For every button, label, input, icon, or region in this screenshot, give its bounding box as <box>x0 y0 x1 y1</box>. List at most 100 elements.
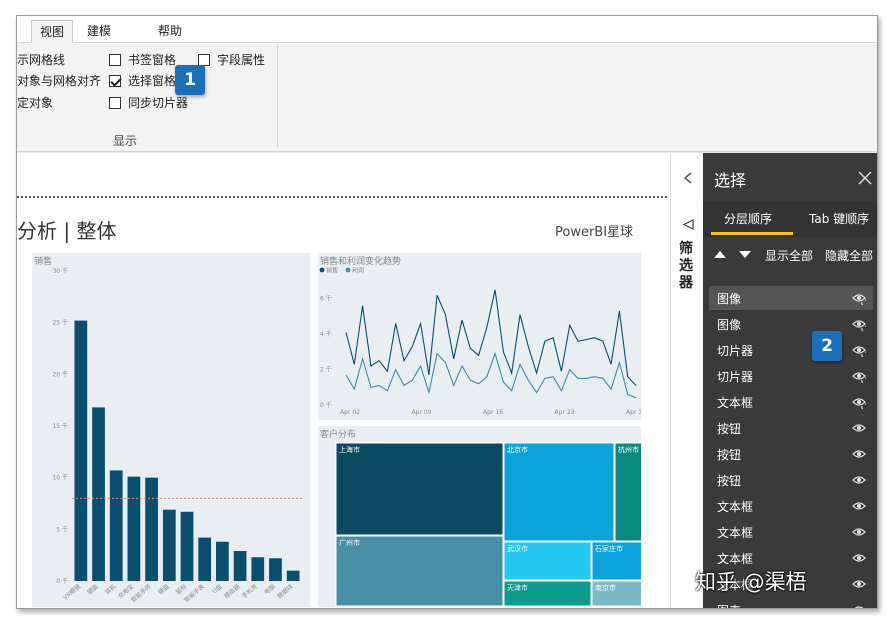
watermark: 知乎 @渠梧 <box>695 570 807 594</box>
eye-icon[interactable] <box>852 551 866 565</box>
report-title: 分析 | 整体 <box>17 219 117 243</box>
x-tick-label: 耳机 <box>103 582 117 596</box>
selection-pane-checkbox[interactable] <box>109 75 121 87</box>
bar <box>286 570 300 581</box>
eye-cycle-icon[interactable] <box>852 291 866 305</box>
filter-strip[interactable]: 筛选器 <box>670 153 703 608</box>
tab-help[interactable]: 帮助 <box>149 20 191 43</box>
layer-item-label: 按钮 <box>717 448 742 462</box>
bar <box>198 537 212 581</box>
treemap-panel[interactable]: 客户分布 上海市 北京市 杭州市 广州市 武汉市 石家庄市 天津市 南京市 <box>318 426 641 607</box>
close-icon[interactable] <box>858 171 872 185</box>
bar-chart-panel[interactable]: 销售 0 千5 千 10 千 15 千 20 千 25 千 30 千 VR眼镜 键盘 耳机 充电宝… <box>32 253 310 607</box>
x-tick-label: 键盘 <box>85 582 99 596</box>
layer-item-label: 图表 <box>717 602 741 608</box>
x-tick-label: 手机壳 <box>240 582 259 600</box>
eye-icon[interactable] <box>852 447 866 461</box>
eye-cycle-icon[interactable] <box>852 395 866 409</box>
x-tick-label: Apr 09 <box>412 409 432 416</box>
eye-cycle-icon[interactable] <box>852 343 866 357</box>
app-window: 视图 建模 帮助 示网格线 对象与网格对齐 定对象 书签窗格 选择窗格 同步切片… <box>16 15 878 609</box>
tab-modeling[interactable]: 建模 <box>79 20 119 43</box>
selection-pane-label: 选择窗格 <box>128 74 177 88</box>
eye-icon[interactable] <box>852 421 866 435</box>
eye-icon[interactable] <box>852 473 866 487</box>
layer-item-label: 图像 <box>717 318 742 332</box>
ribbon-tab-bar: 视图 建模 帮助 <box>17 16 877 43</box>
layer-item[interactable]: 图像 <box>709 286 873 310</box>
bar <box>74 320 88 581</box>
move-down-icon[interactable] <box>739 251 751 258</box>
sync-slicers-checkbox[interactable] <box>109 97 121 109</box>
hide-all-button[interactable]: 隐藏全部 <box>825 247 873 264</box>
active-tab-indicator <box>711 232 793 235</box>
x-tick-label: Apr 02 <box>340 409 360 416</box>
line-chart-panel[interactable]: 销售和利润变化趋势 销售 利润 0 千2 千4 千6 千 Apr 02 Apr 09 Ap… <box>318 253 641 420</box>
treemap-chart: 上海市 北京市 杭州市广州市武汉市 石家庄市天津市 南京市 <box>335 442 641 607</box>
ribbon-separator <box>277 45 278 147</box>
treemap-label: 北京市 <box>507 445 528 454</box>
bookmarks-pane-checkbox[interactable] <box>109 54 121 66</box>
y-tick-label: 6 千 <box>320 295 332 303</box>
layer-item[interactable]: 文本框 <box>709 494 873 518</box>
eye-icon[interactable] <box>852 525 866 539</box>
y-tick-label: 0 千 <box>56 577 68 585</box>
selection-tab-bar: 分层顺序 Tab 键顺序 <box>703 201 877 237</box>
eye-cycle-icon[interactable] <box>852 317 866 331</box>
show-gridlines-option[interactable]: 示网格线 <box>17 52 65 68</box>
layer-item[interactable]: 切片器 <box>709 364 873 388</box>
layer-item[interactable]: 图像 <box>709 312 873 336</box>
move-up-icon[interactable] <box>714 251 726 258</box>
bar <box>145 477 158 581</box>
layer-item[interactable]: 按钮 <box>709 416 873 440</box>
tab-view[interactable]: 视图 <box>31 20 73 43</box>
y-tick-label: 5 千 <box>56 525 68 533</box>
treemap-cell <box>503 442 615 542</box>
filter-label[interactable]: 筛选器 <box>679 241 695 292</box>
layer-item[interactable]: 文本框 <box>709 390 873 414</box>
snap-to-grid-option[interactable]: 对象与网格对齐 <box>17 73 101 89</box>
x-tick-label: 智能手表 <box>182 582 206 604</box>
treemap-cell <box>614 442 641 542</box>
layer-item-label: 文本框 <box>717 500 754 514</box>
layer-item-label: 切片器 <box>717 370 754 384</box>
x-tick-label: 数据线 <box>275 582 294 600</box>
eye-cycle-icon[interactable] <box>852 369 866 383</box>
eye-icon[interactable] <box>852 577 866 591</box>
eye-icon[interactable] <box>852 499 866 513</box>
show-all-button[interactable]: 显示全部 <box>765 247 813 264</box>
line-chart: 销售 利润 0 千 2 千 4 千 6 千 Apr 02 Apr 09 Apr 16 Apr 23… <box>319 267 641 416</box>
canvas-divider <box>17 196 667 198</box>
layer-item-label: 按钮 <box>717 422 742 436</box>
y-tick-label: 15 千 <box>52 422 68 430</box>
bar <box>162 509 176 581</box>
bar <box>180 511 194 581</box>
y-tick-label: 4 千 <box>320 330 332 338</box>
tab-tab-order[interactable]: Tab 键顺序 <box>809 210 869 227</box>
layer-item[interactable]: 图表 <box>709 598 873 609</box>
x-tick-label: 键盘 <box>156 582 170 596</box>
x-tick-label: 路由器 <box>222 582 241 600</box>
treemap-label: 杭州市 <box>618 445 639 454</box>
treemap-label: 天津市 <box>507 583 528 592</box>
layer-item-label: 文本框 <box>717 552 754 566</box>
bar <box>109 470 123 581</box>
layer-item-label: 按钮 <box>717 474 742 488</box>
treemap-label: 南京市 <box>595 583 616 592</box>
tab-layer-order[interactable]: 分层顺序 <box>724 210 772 227</box>
treemap-label: 广州市 <box>339 538 360 547</box>
layer-item[interactable]: 切片器 <box>709 338 873 362</box>
treemap-label: 武汉市 <box>507 544 528 553</box>
collapse-chevron-icon[interactable] <box>682 171 694 185</box>
field-properties-label: 字段属性 <box>217 53 266 67</box>
eye-icon[interactable] <box>852 603 866 609</box>
callout-badge-2: 2 <box>812 331 842 361</box>
x-tick-label: 电脑 <box>262 582 276 596</box>
callout-badge-1: 1 <box>175 65 205 95</box>
layer-item[interactable]: 按钮 <box>709 468 873 492</box>
legend-label: 销售 <box>326 267 338 275</box>
layer-item[interactable]: 文本框 <box>709 520 873 544</box>
lock-objects-option[interactable]: 定对象 <box>17 95 53 111</box>
layer-item[interactable]: 按钮 <box>709 442 873 466</box>
bar <box>216 541 229 581</box>
